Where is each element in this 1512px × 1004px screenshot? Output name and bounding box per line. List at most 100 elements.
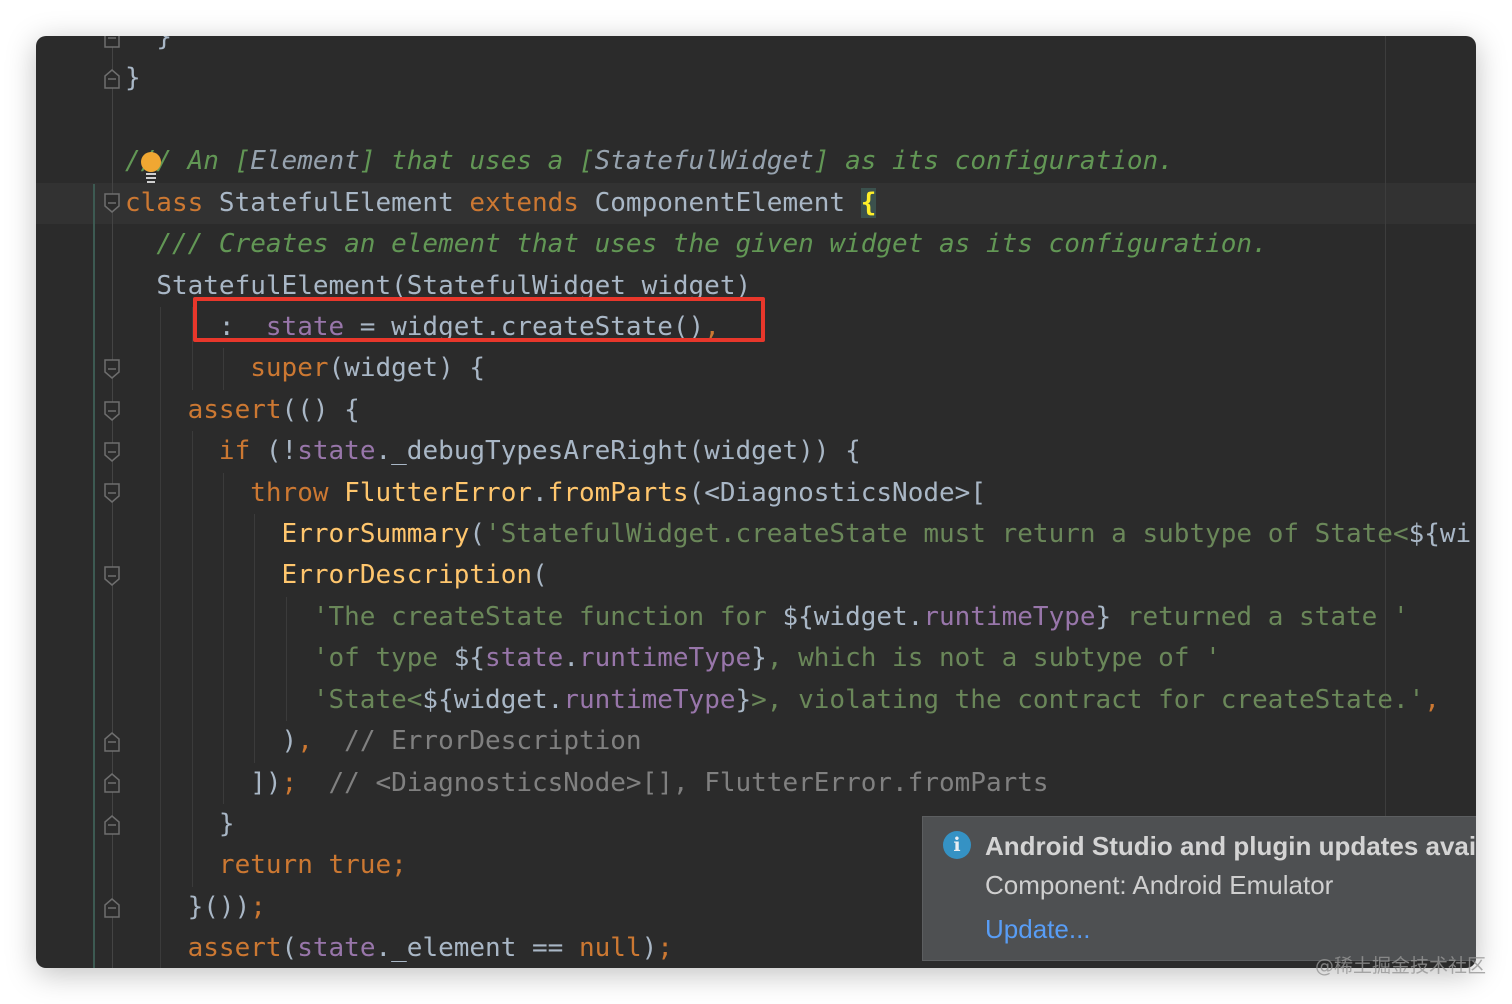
code-line: ), // ErrorDescription <box>125 721 1471 763</box>
code-line: } <box>125 58 1471 99</box>
indent-guide <box>191 845 193 887</box>
code-token: ) <box>281 726 298 757</box>
code-token: } <box>1095 601 1112 632</box>
indent-guide <box>222 638 224 680</box>
code-token: [ <box>234 146 251 177</box>
indent-guide <box>160 555 162 597</box>
code-token: (widget) { <box>328 353 486 384</box>
notification-body: Component: Android Emulator <box>985 870 1334 900</box>
indent-guide <box>222 555 224 597</box>
update-link[interactable]: Update... <box>985 914 1091 945</box>
indent-guide <box>222 596 224 639</box>
code-token: }()) <box>187 891 251 922</box>
indent-guide <box>191 431 193 473</box>
indent-guide <box>222 762 224 805</box>
code-line: ]); // <DiagnosticsNode>[], FlutterError… <box>125 762 1471 805</box>
code-token: that uses a <box>375 146 579 177</box>
code-token: if <box>218 436 251 467</box>
indent-guide <box>160 804 162 846</box>
code-token: ; <box>657 933 673 964</box>
fold-collapse-icon[interactable] <box>102 192 122 214</box>
code-line: super(widget) { <box>125 348 1471 390</box>
code-line: /// Creates an element that uses the giv… <box>125 224 1471 265</box>
fold-end-icon[interactable] <box>102 68 122 90</box>
code-token: . <box>563 643 579 674</box>
code-token: { <box>860 187 877 218</box>
indent-guide <box>222 679 224 722</box>
fold-collapse-icon[interactable] <box>102 441 122 463</box>
fold-collapse-icon[interactable] <box>102 565 122 587</box>
code-token: ; <box>281 767 298 798</box>
code-token: 'The createState function for <box>312 601 783 632</box>
indent-guide <box>160 928 162 968</box>
code-token: ${widget. <box>782 601 924 632</box>
code-token: (<DiagnosticsNode>[ <box>688 477 986 508</box>
indent-guide <box>160 389 162 432</box>
indent-guide <box>222 721 224 763</box>
indent-guide <box>285 638 287 680</box>
fold-end-icon[interactable] <box>102 731 122 753</box>
code-line: ErrorSummary('StatefulWidget.createState… <box>125 514 1471 556</box>
code-token: ( <box>532 560 548 591</box>
fold-end-icon[interactable] <box>102 897 122 919</box>
code-line: class StatefulElement extends ComponentE… <box>125 183 1471 224</box>
code-token: as its configuration. <box>829 146 1174 177</box>
code-token: return <box>218 850 313 881</box>
code-token: 'StatefulWidget.createState must return … <box>485 519 1409 550</box>
fold-collapse-icon[interactable] <box>102 400 122 422</box>
code-token: ${widget. <box>422 684 564 715</box>
code-token: } <box>751 643 767 674</box>
fold-collapse-icon[interactable] <box>102 358 122 380</box>
code-line: } <box>125 36 1471 58</box>
code-token: // ErrorDescription <box>312 726 642 757</box>
code-token: StatefulWidget <box>594 146 814 177</box>
indent-guide <box>160 348 162 390</box>
code-token: ComponentElement <box>578 187 861 218</box>
fold-end-icon[interactable] <box>102 814 122 836</box>
fold-end-icon[interactable] <box>102 772 122 794</box>
code-token: ${ <box>453 643 486 674</box>
indent-guide <box>191 638 193 680</box>
code-token: } <box>156 36 172 52</box>
code-token: 'State< <box>312 684 423 715</box>
lightbulb-icon[interactable] <box>138 150 164 184</box>
indent-guide <box>160 472 162 515</box>
code-token: // <DiagnosticsNode>[], FlutterError.fro… <box>297 767 1049 798</box>
code-line: assert(() { <box>125 389 1471 432</box>
code-token: FlutterError <box>344 477 533 508</box>
indent-guide <box>160 596 162 639</box>
code-token: (! <box>250 436 298 467</box>
annotation-highlight-box <box>193 297 765 342</box>
code-token: 'of type <box>312 643 454 674</box>
indent-guide <box>191 472 193 515</box>
code-token: ; <box>250 891 266 922</box>
indent-guide <box>285 679 287 722</box>
code-token: Element <box>250 146 360 177</box>
code-token: runtimeType <box>578 643 752 674</box>
code-token: state <box>297 933 376 964</box>
code-token: ._debugTypesAreRight(widget)) { <box>375 436 861 467</box>
indent-guide <box>254 514 256 556</box>
indent-guide <box>160 514 162 556</box>
code-token: ] <box>813 146 830 177</box>
indent-guide <box>191 555 193 597</box>
indent-guide <box>160 721 162 763</box>
code-token: true <box>328 850 392 881</box>
indent-guide <box>191 721 193 763</box>
code-token: super <box>250 353 329 384</box>
fold-end-icon[interactable] <box>102 36 122 49</box>
code-token: [ <box>578 146 595 177</box>
vcs-change-marker <box>93 184 95 968</box>
code-token: runtimeType <box>923 601 1096 632</box>
code-token: state <box>485 643 564 674</box>
indent-guide <box>254 638 256 680</box>
code-token: throw <box>250 477 329 508</box>
update-notification[interactable]: i Android Studio and plugin updates avai… <box>922 816 1476 961</box>
notification-title: Android Studio and plugin updates availa… <box>985 831 1476 861</box>
code-token: state <box>297 436 376 467</box>
code-token: ] <box>359 146 376 177</box>
fold-collapse-icon[interactable] <box>102 482 122 504</box>
code-token: ErrorDescription <box>281 560 532 591</box>
code-token: ) <box>641 933 658 964</box>
